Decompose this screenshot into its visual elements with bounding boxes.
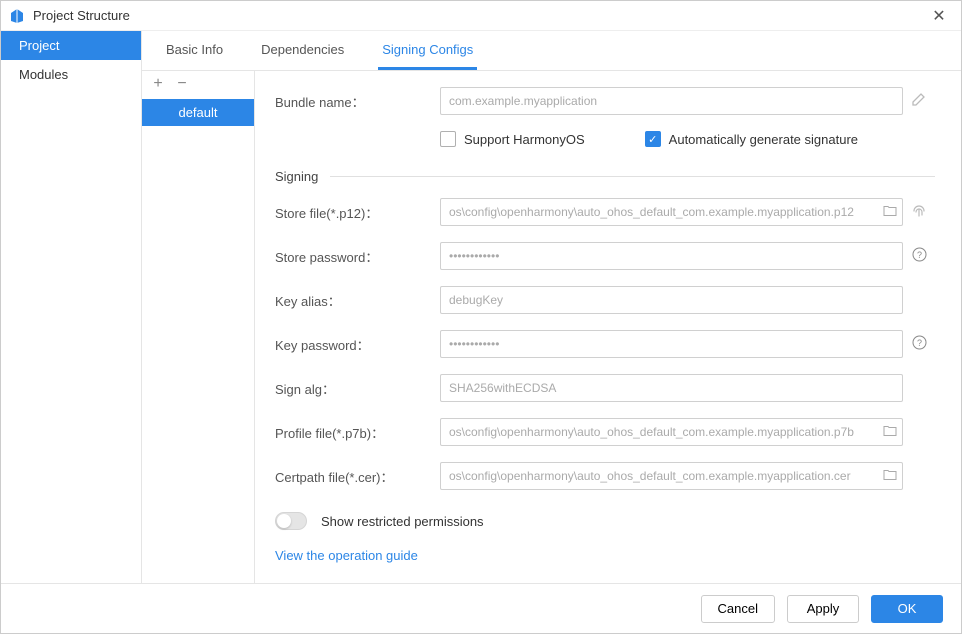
row-store-file: Store file(*.p12)：	[275, 198, 935, 226]
profile-file-input[interactable]	[440, 418, 903, 446]
section-title: Signing	[275, 169, 318, 184]
close-button[interactable]: ✕	[925, 2, 953, 30]
tabs: Basic Info Dependencies Signing Configs	[142, 31, 961, 71]
window-title: Project Structure	[33, 8, 925, 23]
certpath-file-label: Certpath file(*.cer)：	[275, 467, 440, 486]
section-divider	[330, 176, 935, 177]
row-key-password: Key password： ?	[275, 330, 935, 358]
app-logo-icon	[9, 8, 25, 24]
row-sign-alg: Sign alg：	[275, 374, 935, 402]
folder-icon[interactable]	[883, 425, 897, 440]
folder-icon[interactable]	[883, 205, 897, 220]
svg-text:?: ?	[916, 338, 921, 348]
key-password-input[interactable]	[440, 330, 903, 358]
add-config-button[interactable]: +	[150, 77, 166, 93]
config-item-label: default	[178, 105, 217, 120]
bundle-name-label: Bundle name：	[275, 92, 440, 111]
configs-list: + − default	[142, 71, 255, 583]
ok-button[interactable]: OK	[871, 595, 943, 623]
configs-toolbar: + −	[142, 71, 254, 99]
checkbox-icon	[440, 131, 456, 147]
close-icon: ✕	[932, 6, 945, 26]
store-file-label: Store file(*.p12)：	[275, 203, 440, 222]
key-password-label: Key password：	[275, 335, 440, 354]
plus-icon: +	[153, 75, 162, 92]
main-column: Basic Info Dependencies Signing Configs …	[142, 31, 961, 583]
store-password-input[interactable]	[440, 242, 903, 270]
store-password-label: Store password：	[275, 247, 440, 266]
profile-file-label: Profile file(*.p7b)：	[275, 423, 440, 442]
store-file-input[interactable]	[440, 198, 903, 226]
operation-guide-link[interactable]: View the operation guide	[275, 548, 935, 563]
auto-generate-signature-checkbox[interactable]: ✓ Automatically generate signature	[645, 131, 858, 147]
toggle-label: Show restricted permissions	[321, 514, 484, 529]
certpath-file-input[interactable]	[440, 462, 903, 490]
sidebar-item-label: Modules	[19, 67, 68, 82]
row-checkboxes: Support HarmonyOS ✓ Automatically genera…	[275, 131, 935, 147]
sign-alg-label: Sign alg：	[275, 379, 440, 398]
row-certpath-file: Certpath file(*.cer)：	[275, 462, 935, 490]
key-alias-label: Key alias：	[275, 291, 440, 310]
help-icon[interactable]: ?	[912, 335, 927, 353]
tab-dependencies[interactable]: Dependencies	[257, 32, 348, 70]
row-bundle-name: Bundle name：	[275, 87, 935, 115]
dialog-body: Project Modules Basic Info Dependencies …	[1, 31, 961, 583]
help-icon[interactable]: ?	[912, 247, 927, 265]
sidebar: Project Modules	[1, 31, 142, 583]
remove-config-button[interactable]: −	[174, 77, 190, 93]
toggle-knob	[277, 514, 291, 528]
config-item-default[interactable]: default	[142, 99, 254, 126]
project-structure-dialog: Project Structure ✕ Project Modules Basi…	[0, 0, 962, 634]
dialog-footer: Cancel Apply OK	[1, 583, 961, 633]
row-key-alias: Key alias：	[275, 286, 935, 314]
sidebar-item-modules[interactable]: Modules	[1, 60, 141, 89]
tab-basic-info[interactable]: Basic Info	[162, 32, 227, 70]
titlebar: Project Structure ✕	[1, 1, 961, 31]
fingerprint-icon[interactable]	[911, 203, 927, 222]
cancel-button[interactable]: Cancel	[701, 595, 775, 623]
minus-icon: −	[177, 75, 186, 92]
signing-section-header: Signing	[275, 169, 935, 184]
support-harmonyos-checkbox[interactable]: Support HarmonyOS	[440, 131, 585, 147]
signing-form: Bundle name： Support HarmonyOS	[255, 71, 961, 583]
main-area: + − default Bundle name：	[142, 71, 961, 583]
sidebar-item-project[interactable]: Project	[1, 31, 141, 60]
row-profile-file: Profile file(*.p7b)：	[275, 418, 935, 446]
checkbox-label: Support HarmonyOS	[464, 132, 585, 147]
edit-icon[interactable]	[911, 91, 927, 111]
bundle-name-input[interactable]	[440, 87, 903, 115]
svg-text:?: ?	[916, 250, 921, 260]
tab-signing-configs[interactable]: Signing Configs	[378, 32, 477, 70]
sign-alg-input[interactable]	[440, 374, 903, 402]
row-show-restricted: Show restricted permissions	[275, 512, 935, 530]
row-store-password: Store password： ?	[275, 242, 935, 270]
checkbox-label: Automatically generate signature	[669, 132, 858, 147]
show-restricted-toggle[interactable]	[275, 512, 307, 530]
checkbox-checked-icon: ✓	[645, 131, 661, 147]
key-alias-input[interactable]	[440, 286, 903, 314]
apply-button[interactable]: Apply	[787, 595, 859, 623]
folder-icon[interactable]	[883, 469, 897, 484]
sidebar-item-label: Project	[19, 38, 59, 53]
